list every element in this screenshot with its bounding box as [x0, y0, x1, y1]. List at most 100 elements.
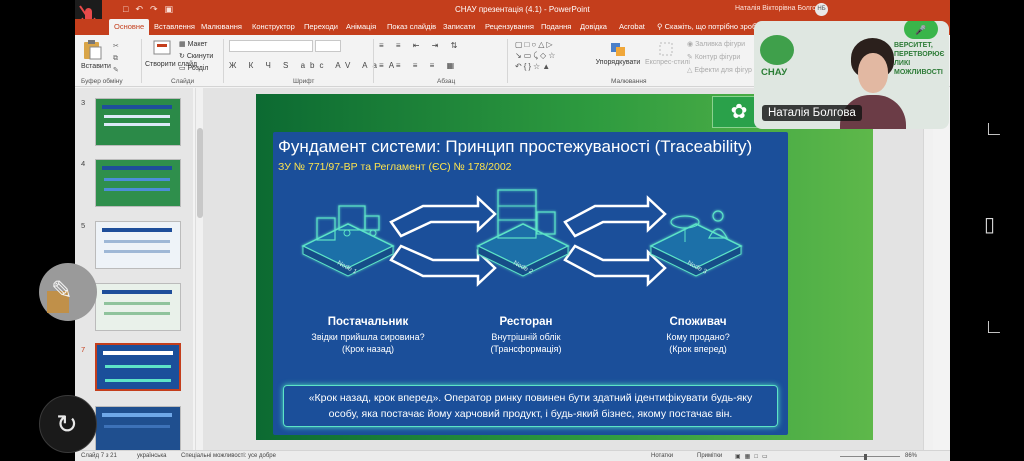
language-indicator[interactable]: українська	[137, 453, 167, 459]
ribbon-separator	[223, 39, 224, 83]
align-icons[interactable]: ≡ ≡ ≡ ≡ ▦	[379, 61, 459, 70]
slide-thumbnail-7[interactable]	[95, 343, 181, 391]
traceability-flow-diagram: Node 1 Node 2 Node 3	[301, 189, 743, 287]
font-size-box[interactable]	[315, 40, 341, 52]
present-icon[interactable]: ▣	[165, 4, 174, 15]
undo-icon[interactable]: ↶	[135, 4, 143, 15]
slide-thumbnail-3[interactable]	[95, 98, 181, 146]
thumb-line	[104, 302, 170, 305]
comments-button[interactable]: Примітки	[697, 453, 722, 459]
new-slide-icon	[153, 40, 171, 55]
font-name-box[interactable]	[229, 40, 313, 52]
slide-thumbnail-4[interactable]	[95, 159, 181, 207]
slide-content-panel: Фундамент системи: Принцип простежуванос…	[273, 132, 788, 435]
tab-design[interactable]: Конструктор	[247, 19, 300, 35]
group-label-drawing: Малювання	[611, 78, 647, 85]
view-buttons[interactable]: ▣▦□▭	[735, 453, 772, 460]
annotate-button[interactable]: ✎	[39, 263, 97, 321]
participant-face	[858, 53, 888, 93]
university-logo-icon	[760, 35, 794, 65]
account-avatar[interactable]: НБ	[815, 3, 828, 16]
video-bg-line: ПЕРЕТВОРЮЄ	[894, 51, 945, 58]
arrange-button[interactable]: Упорядкувати	[595, 41, 641, 66]
paste-button[interactable]: Вставити	[81, 39, 111, 70]
group-label-font: Шрифт	[293, 78, 315, 85]
tab-home[interactable]: Основне	[109, 19, 150, 35]
notes-button[interactable]: Нотатки	[651, 453, 673, 459]
node-2-desc-1: Внутрішній облік	[491, 332, 561, 342]
thumb-title-bar	[102, 105, 172, 109]
thumb-title-bar	[102, 413, 172, 417]
forward-arrow-2	[563, 195, 667, 238]
tab-record[interactable]: Записати	[438, 19, 480, 35]
reset-button[interactable]: ↻ Скинути	[179, 52, 213, 60]
clipboard-small-icons: ✂ ⧉ ✎	[113, 43, 119, 74]
video-bg-line: ВЕРСИТЕТ,	[894, 42, 933, 49]
forward-arrow-1	[389, 195, 497, 238]
tab-acrobat[interactable]: Acrobat	[614, 19, 650, 35]
thumb-number: 4	[81, 159, 86, 168]
layout-label: Макет	[187, 41, 208, 48]
slide-scrollbar[interactable]	[923, 88, 933, 450]
shape-effects-button[interactable]: △ Ефекти для фігур	[687, 66, 752, 74]
slide-thumbnail-6[interactable]	[95, 283, 181, 331]
participant-video[interactable]: СНАУ ВЕРСИТЕТ, ПЕРЕТВОРЮЄ ЛИКІ МОЖЛИВОСТ…	[754, 21, 949, 129]
new-slide-button[interactable]: Створити слайд	[145, 39, 197, 69]
accessibility-status[interactable]: Спеціальні можливості: усе добре	[181, 453, 276, 459]
shape-fill-button[interactable]: ◉ Заливка фігури	[687, 40, 745, 48]
tell-me-search[interactable]: ⚲ Скажіть, що потрібно зроб	[657, 19, 756, 35]
layout-button[interactable]: ▦ Макет	[179, 40, 207, 48]
tab-draw[interactable]: Малювання	[196, 19, 247, 35]
thumb-line	[104, 250, 170, 253]
thumbnail-scrollbar[interactable]	[195, 88, 203, 450]
thumb-title-bar	[102, 166, 172, 170]
shape-outline-button[interactable]: ✎ Контур фігури	[687, 53, 740, 61]
tab-view[interactable]: Подання	[536, 19, 576, 35]
slide-thumbnail-pane: 3 4 5 6 7 8	[75, 88, 193, 454]
thumb-number: 5	[81, 221, 86, 230]
thumb-number: 3	[81, 98, 86, 107]
thumb-title-bar	[102, 228, 172, 232]
back-nav-icon[interactable]: ∟	[984, 118, 1004, 141]
tab-insert[interactable]: Вставлення	[149, 19, 200, 35]
zoom-slider-thumb[interactable]	[864, 454, 867, 460]
zoom-level[interactable]: 86%	[905, 453, 917, 459]
current-slide[interactable]: ✿ Фундамент системи: Принцип простежуван…	[256, 94, 873, 440]
thumb-line	[104, 312, 170, 315]
shapes-gallery[interactable]: ▢□○△▷ ↘▭⤹◇☆ ↶{}☆▲	[515, 39, 581, 75]
rotate-screen-button[interactable]: ↻	[39, 395, 97, 453]
slide-subtitle[interactable]: ЗУ № 771/97-ВР та Регламент (ЄС) № 178/2…	[278, 161, 512, 173]
node-2-caption: Ресторан Внутрішній облік (Трансформація…	[451, 316, 601, 355]
tab-animations[interactable]: Анімація	[341, 19, 381, 35]
slide-thumbnail-5[interactable]	[95, 221, 181, 269]
tab-help[interactable]: Довідка	[575, 19, 612, 35]
recents-nav-icon[interactable]: ∟	[984, 316, 1004, 339]
thumb-title-bar	[103, 351, 173, 355]
section-button[interactable]: ▭ Розділ	[179, 64, 209, 72]
tab-slideshow[interactable]: Показ слайдів	[382, 19, 441, 35]
shape-fill-label: Заливка фігури	[695, 41, 746, 48]
slide-thumbnail-8[interactable]	[95, 406, 181, 454]
account-name[interactable]: Наталія Вікторівна Болгова	[735, 5, 824, 12]
quick-styles-button[interactable]: Експрес-стилі	[645, 41, 690, 66]
mic-active-icon[interactable]: 🎤	[904, 21, 938, 39]
slide-title[interactable]: Фундамент системи: Принцип простежуванос…	[278, 137, 752, 157]
save-icon[interactable]: □	[123, 4, 128, 15]
list-icons[interactable]: ≡ ≡ ⇤ ⇥ ⇅	[379, 41, 462, 50]
pencil-icon: ✎	[51, 275, 73, 305]
zoom-slider[interactable]	[840, 456, 900, 457]
thumb-line	[104, 178, 170, 181]
redo-icon[interactable]: ↷	[150, 4, 158, 15]
node-1-desc-1: Звідки прийшла сировина?	[311, 332, 425, 342]
node-2-desc-2: (Трансформація)	[490, 344, 562, 354]
quote-box[interactable]: «Крок назад, крок вперед». Оператор ринк…	[283, 385, 778, 427]
tab-transitions[interactable]: Переходи	[299, 19, 343, 35]
quote-line-1: «Крок назад, крок вперед». Оператор ринк…	[308, 392, 753, 404]
group-label-slides: Слайди	[171, 78, 195, 85]
home-nav-icon[interactable]: ▯	[984, 212, 995, 237]
tab-review[interactable]: Рецензування	[480, 19, 539, 35]
section-label: Розділ	[187, 65, 209, 72]
thumb-line	[105, 365, 171, 368]
node-3-desc-1: Кому продано?	[666, 332, 730, 342]
node-3-desc-2: (Крок вперед)	[669, 344, 727, 354]
